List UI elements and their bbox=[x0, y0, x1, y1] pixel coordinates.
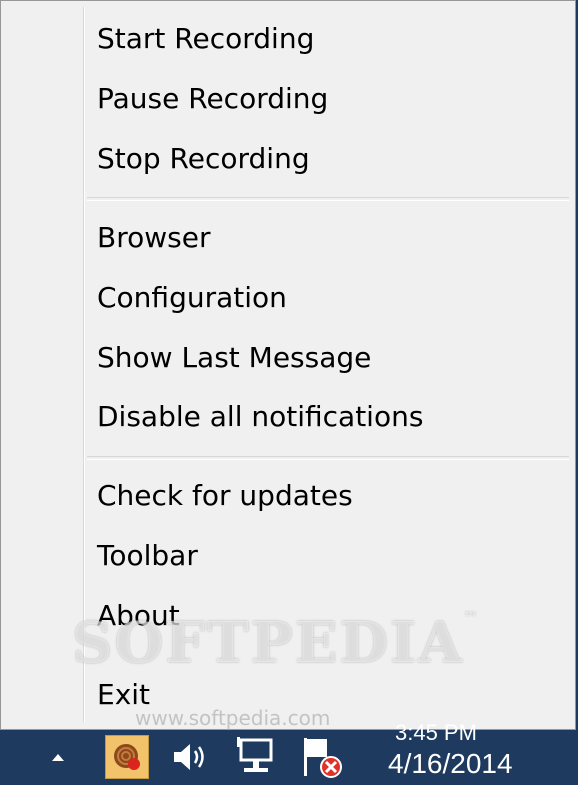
menu-gutter bbox=[83, 7, 85, 723]
recorder-app-icon[interactable] bbox=[105, 735, 149, 779]
menu-separator bbox=[87, 197, 569, 201]
menu-item-start-recording[interactable]: Start Recording bbox=[87, 10, 569, 68]
menu-item-check-for-updates[interactable]: Check for updates bbox=[87, 467, 569, 525]
menu-item-disable-notifications[interactable]: Disable all notifications bbox=[87, 388, 569, 446]
action-center-flag-icon[interactable] bbox=[298, 734, 344, 780]
menu-separator bbox=[87, 456, 569, 460]
menu-item-about[interactable]: About bbox=[87, 587, 569, 645]
menu-item-exit[interactable]: Exit bbox=[87, 666, 569, 724]
menu-item-toolbar[interactable]: Toolbar bbox=[87, 527, 569, 585]
menu-item-stop-recording[interactable]: Stop Recording bbox=[87, 130, 569, 188]
volume-icon[interactable] bbox=[168, 737, 212, 777]
taskbar: 3:45 PM 4/16/2014 bbox=[0, 720, 578, 785]
show-hidden-icons-arrow-icon[interactable] bbox=[45, 744, 71, 770]
clock-date[interactable]: 4/16/2014 bbox=[388, 748, 513, 780]
menu-item-show-last-message[interactable]: Show Last Message bbox=[87, 329, 569, 387]
clock-time[interactable]: 3:45 PM bbox=[395, 720, 477, 746]
menu-item-browser[interactable]: Browser bbox=[87, 209, 569, 267]
menu-item-configuration[interactable]: Configuration bbox=[87, 269, 569, 327]
network-icon[interactable] bbox=[233, 734, 279, 778]
menu-item-pause-recording[interactable]: Pause Recording bbox=[87, 70, 569, 128]
context-menu: Start Recording Pause Recording Stop Rec… bbox=[0, 0, 576, 730]
